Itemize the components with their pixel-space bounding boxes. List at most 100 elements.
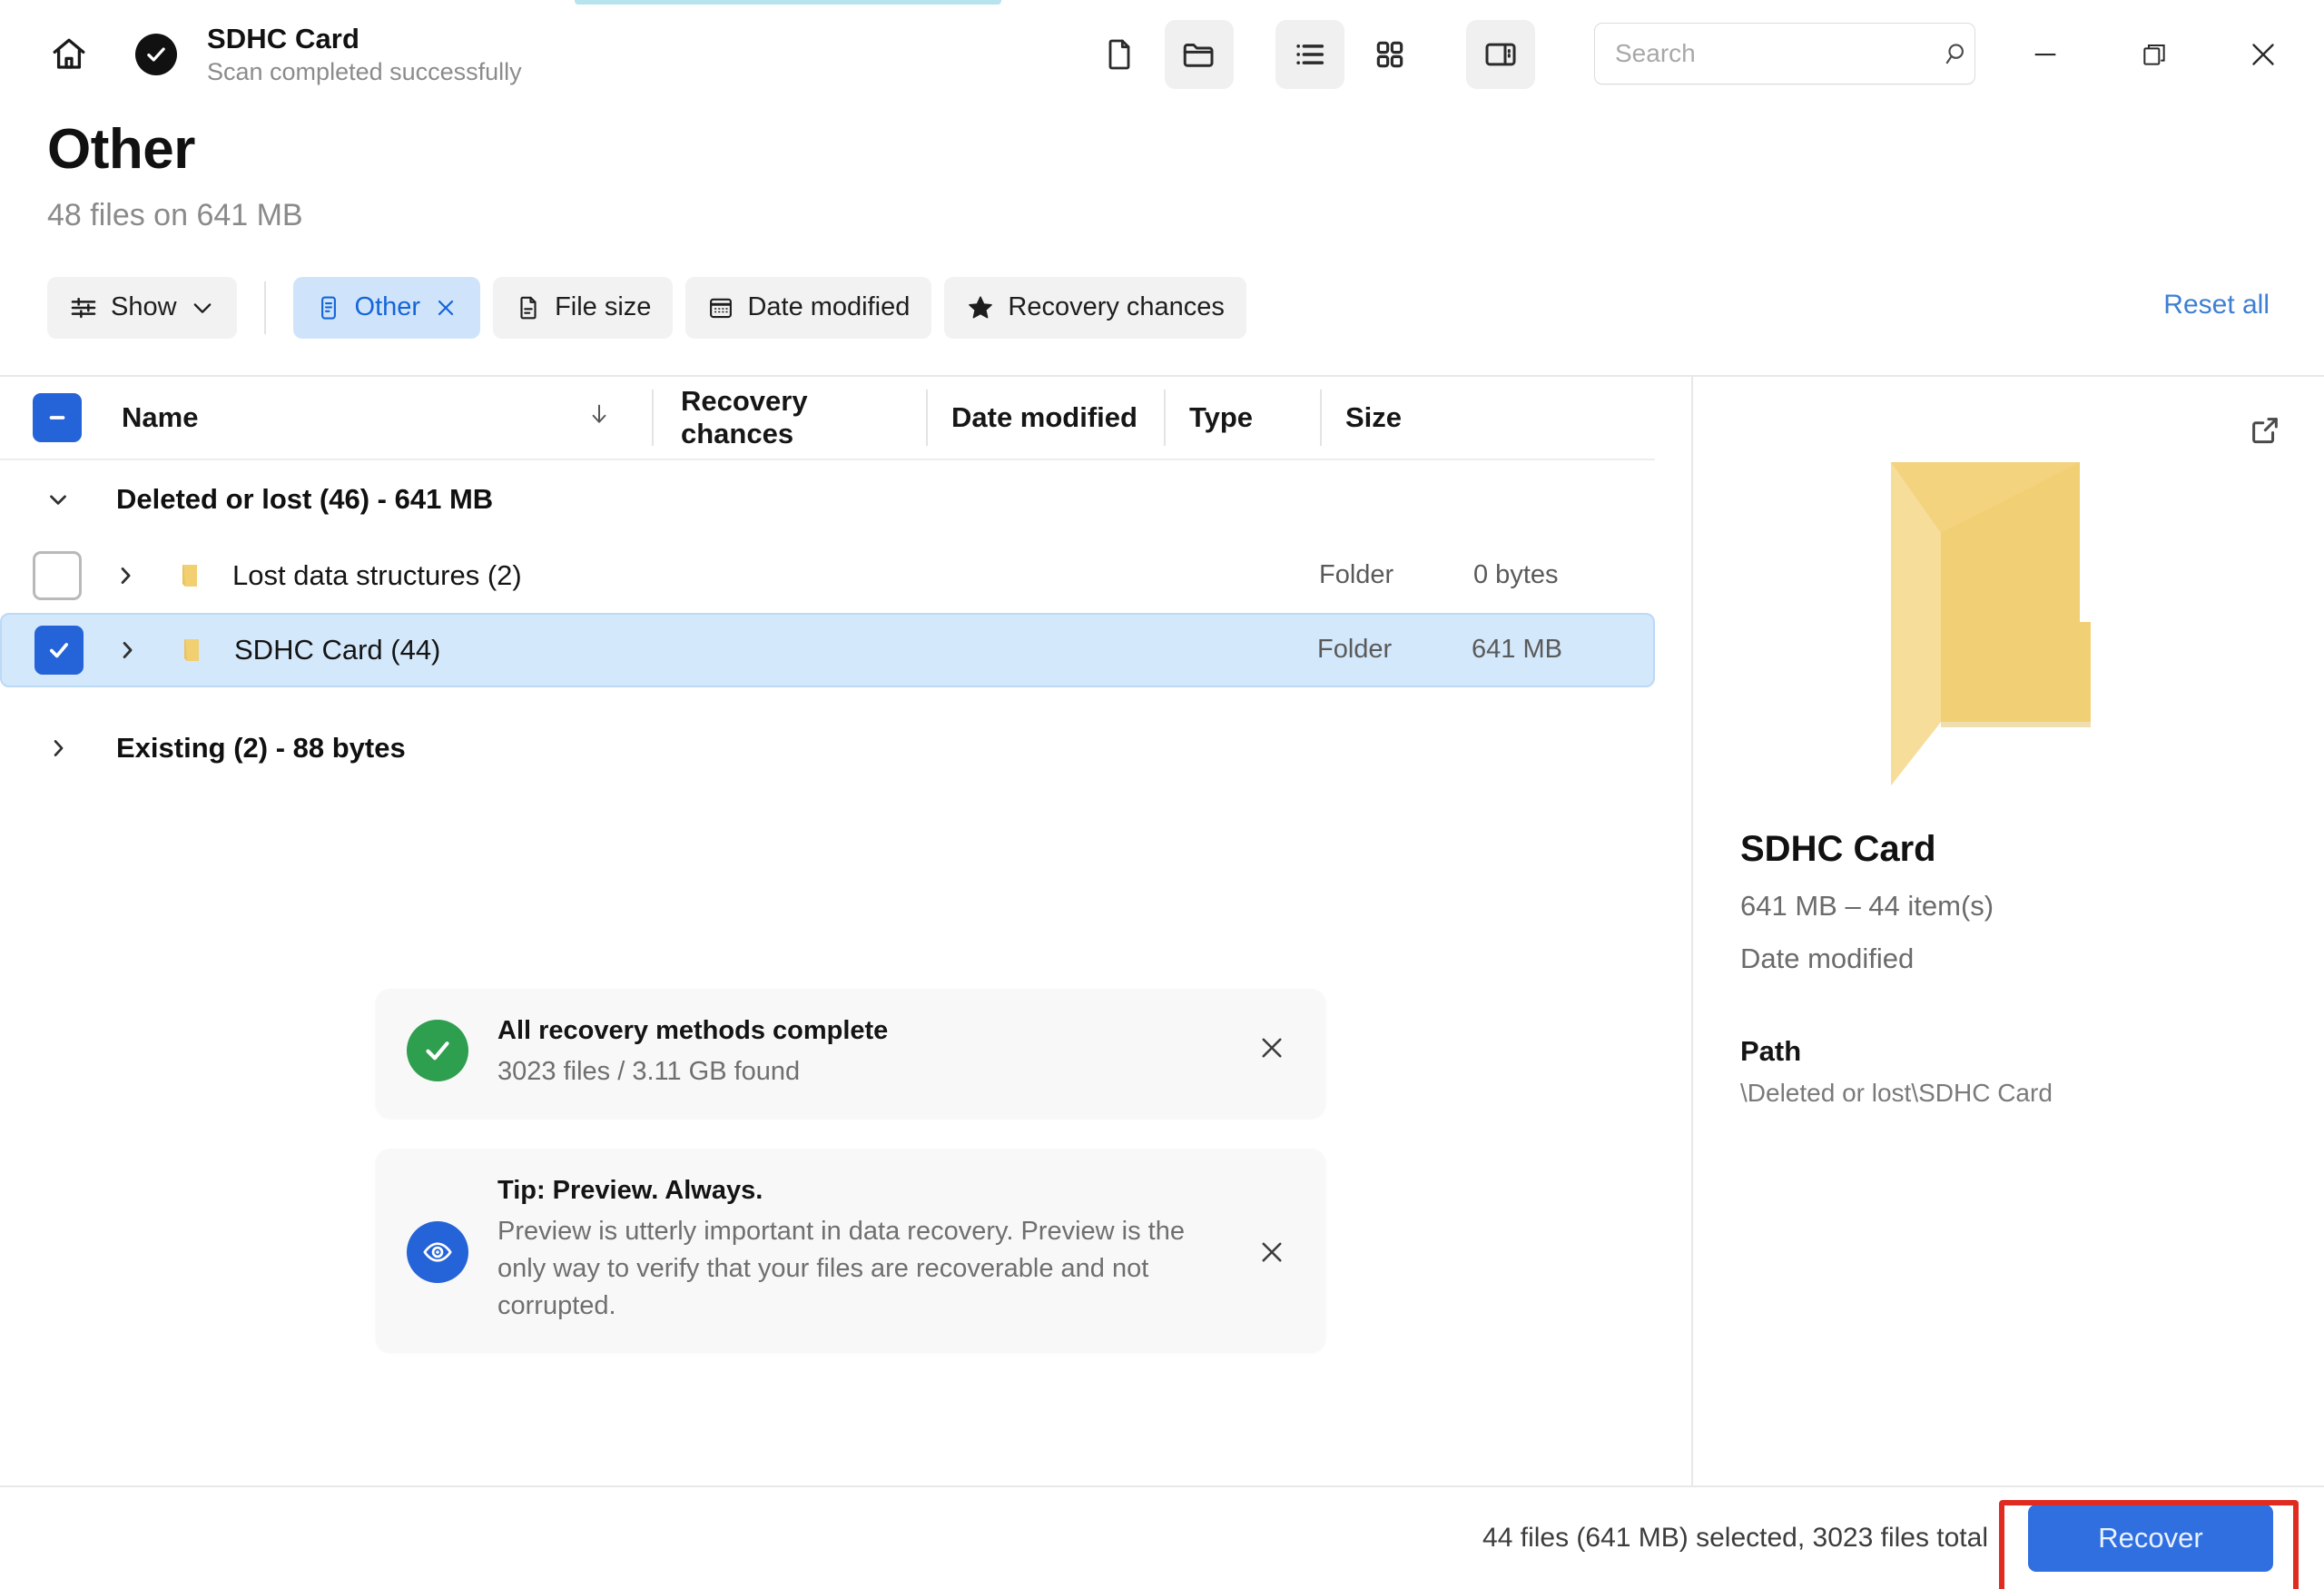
window-subtitle: Scan completed successfully [207,58,522,86]
preview-date-modified: Date modified [1740,943,2273,975]
column-header-type[interactable]: Type [1166,390,1320,446]
table-row[interactable]: Lost data structures (2) Folder 0 bytes [0,538,1655,613]
close-icon[interactable] [1244,1020,1300,1076]
filter-divider [264,281,266,334]
row-type: Folder [1317,635,1472,665]
filter-chip-file-size-label: File size [555,292,651,322]
sort-descending-icon [586,400,612,435]
filter-chip-recovery-chances-label: Recovery chances [1008,292,1225,322]
file-list-pane: Name Recovery chances Date modified Type… [0,377,1691,1485]
row-checkbox[interactable] [34,626,84,675]
toast-message: 3023 files / 3.11 GB found [497,1053,1227,1091]
row-checkbox-cell [33,551,89,600]
eye-icon [407,1221,468,1283]
search-input[interactable] [1615,39,1943,68]
preview-pane: SDHC Card 641 MB – 44 item(s) Date modif… [1691,377,2324,1485]
row-name: Lost data structures (2) [218,559,1319,592]
column-header-name[interactable]: Name [89,390,652,446]
toast-stack: All recovery methods complete 3023 files… [376,989,1325,1353]
row-type: Folder [1319,560,1473,590]
filter-chip-other-label: Other [355,292,421,322]
file-size-icon [515,294,542,321]
chevron-right-icon[interactable] [33,735,84,761]
row-size: 0 bytes [1473,560,1655,590]
search-box[interactable] [1594,23,1975,84]
tree-group-label: Deleted or lost (46) - 641 MB [116,483,493,516]
folder-icon [163,632,220,668]
page-title: Other [47,120,2324,180]
table-header: Name Recovery chances Date modified Type… [0,377,1655,460]
page-subtitle: 48 files on 641 MB [47,198,2324,233]
window-title: SDHC Card [207,23,522,55]
title-bar: SDHC Card Scan completed successfully [0,0,2324,109]
toast-preview-tip: Tip: Preview. Always. Preview is utterly… [376,1149,1325,1353]
filter-chip-recovery-chances[interactable]: Recovery chances [944,277,1246,339]
column-header-date-modified[interactable]: Date modified [928,390,1164,446]
preview-path-value: \Deleted or lost\SDHC Card [1740,1079,2273,1108]
preview-path-label: Path [1740,1035,2273,1068]
maximize-button[interactable] [2122,23,2186,86]
folder-icon[interactable] [1165,20,1234,89]
close-icon[interactable] [1244,1224,1300,1280]
title-block: SDHC Card Scan completed successfully [207,23,522,86]
selection-status: 44 files (641 MB) selected, 3023 files t… [1482,1523,1988,1554]
toast-title: All recovery methods complete [497,1016,1227,1046]
star-icon [966,293,995,322]
row-name: SDHC Card (44) [220,634,1317,666]
filter-chip-date-modified[interactable]: Date modified [685,277,931,339]
row-checkbox-cell [34,626,91,675]
app-window: SDHC Card Scan completed successfully [0,0,2324,1589]
search-icon [1943,39,1972,68]
main-content: Name Recovery chances Date modified Type… [0,375,2324,1485]
close-icon[interactable] [433,295,458,321]
column-header-recovery-chances[interactable]: Recovery chances [654,390,926,446]
recover-button[interactable]: Recover [2028,1505,2273,1572]
grid-icon[interactable] [1355,20,1424,89]
chevron-down-icon[interactable] [33,486,84,513]
file-tree: Deleted or lost (46) - 641 MB [0,460,1691,1485]
select-all-cell [33,393,89,442]
chevron-right-icon[interactable] [91,637,163,663]
folder-icon [162,558,218,594]
toast-title: Tip: Preview. Always. [497,1176,1211,1206]
document-filter-icon [315,294,342,321]
toast-body: Tip: Preview. Always. Preview is utterly… [468,1176,1244,1326]
reset-all-link[interactable]: Reset all [2163,290,2270,321]
toast-message: Preview is utterly important in data rec… [497,1213,1211,1326]
column-header-size[interactable]: Size [1322,390,1503,446]
filter-bar: Show Other File size [0,273,2324,342]
toast-scan-complete: All recovery methods complete 3023 files… [376,989,1325,1118]
external-link-icon[interactable] [2237,402,2293,459]
filter-chip-other[interactable]: Other [293,277,481,339]
show-filter-button[interactable]: Show [47,277,237,339]
sliders-icon [69,293,98,322]
preview-meta: 641 MB – 44 item(s) [1740,890,2273,923]
select-all-checkbox[interactable] [33,393,82,442]
close-button[interactable] [2231,23,2295,86]
calendar-icon [707,294,734,321]
row-checkbox[interactable] [33,551,82,600]
toolbar [1085,20,1535,89]
scan-status-icon [134,33,178,76]
file-icon[interactable] [1085,20,1154,89]
preview-thumbnail [1693,377,2324,813]
chevron-down-icon [190,295,215,321]
page-header: Other 48 files on 641 MB [0,109,2324,233]
filter-chip-date-modified-label: Date modified [747,292,910,322]
preview-name: SDHC Card [1740,829,2273,870]
minimize-button[interactable] [2014,23,2077,86]
tree-group-existing[interactable]: Existing (2) - 88 bytes [0,709,1655,787]
toast-body: All recovery methods complete 3023 files… [468,1016,1244,1091]
tree-group-label: Existing (2) - 88 bytes [116,732,406,765]
home-icon[interactable] [44,29,94,80]
table-row[interactable]: SDHC Card (44) Folder 641 MB [0,613,1655,687]
filter-chip-file-size[interactable]: File size [493,277,673,339]
panel-right-icon[interactable] [1466,20,1535,89]
chevron-right-icon[interactable] [89,563,162,588]
folder-large-icon [1873,449,2145,804]
preview-details: SDHC Card 641 MB – 44 item(s) Date modif… [1693,813,2324,1108]
footer-bar: 44 files (641 MB) selected, 3023 files t… [0,1485,2324,1589]
row-size: 641 MB [1472,635,1653,665]
list-icon[interactable] [1275,20,1344,89]
tree-group-deleted-or-lost[interactable]: Deleted or lost (46) - 641 MB [0,460,1655,538]
